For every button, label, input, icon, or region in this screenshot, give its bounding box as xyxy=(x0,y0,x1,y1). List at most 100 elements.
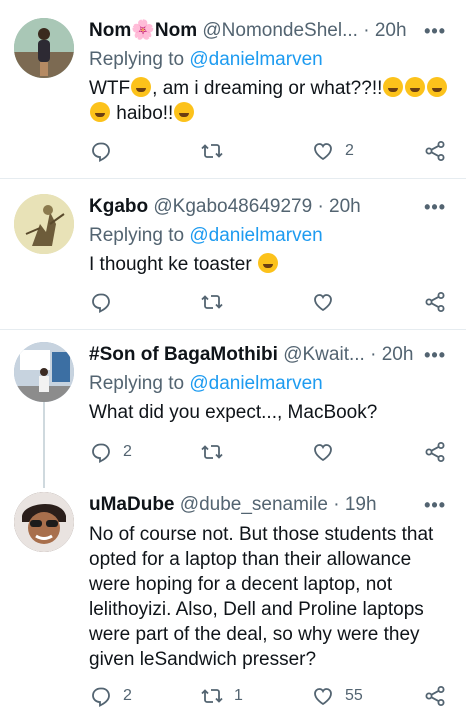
share-button[interactable] xyxy=(423,287,447,317)
timestamp[interactable]: 20h xyxy=(329,196,361,217)
like-count: 2 xyxy=(345,142,354,159)
like-button[interactable]: 55 xyxy=(311,681,363,711)
like-count: 55 xyxy=(345,687,363,704)
more-icon[interactable]: ••• xyxy=(424,194,446,220)
user-handle[interactable]: @NomondeShel... xyxy=(202,20,358,41)
exploding-head-emoji xyxy=(131,77,152,97)
share-button[interactable] xyxy=(423,437,447,467)
avatar-image xyxy=(14,492,74,552)
tweet-text-part: , am i dreaming or what??!! xyxy=(152,78,383,99)
tweet-text-part: WTF xyxy=(89,78,131,99)
tweet-actions: 2 1 55 xyxy=(89,681,449,711)
reply-button[interactable]: 2 xyxy=(89,437,132,467)
avatar-image xyxy=(14,194,74,254)
joy-emoji xyxy=(383,77,404,97)
reply-icon xyxy=(92,293,110,313)
retweet-button[interactable] xyxy=(200,136,224,166)
replying-to: Replying to @danielmarven xyxy=(89,372,452,396)
retweet-button[interactable]: 1 xyxy=(200,681,243,711)
separator-dot: · xyxy=(363,20,370,41)
tweet-header: Kgabo @Kgabo48649279 · 20h ••• xyxy=(89,194,452,220)
tweet-text-part: haibo!! xyxy=(116,103,174,124)
tweet-actions: 2 xyxy=(89,437,449,467)
like-button[interactable] xyxy=(311,287,335,317)
avatar[interactable] xyxy=(14,194,74,254)
tweet-text: What did you expect..., MacBook? xyxy=(89,402,378,423)
retweet-icon xyxy=(201,144,223,158)
rofl-emoji xyxy=(90,102,110,122)
display-name[interactable]: Nom🌸Nom xyxy=(89,20,197,41)
rofl-emoji xyxy=(427,77,448,97)
user-handle[interactable]: @Kgabo48649279 xyxy=(153,196,312,217)
like-icon xyxy=(314,294,332,312)
user-handle[interactable]: @Kwait... xyxy=(283,344,365,365)
avatar[interactable] xyxy=(14,342,74,402)
tweet[interactable]: #Son of BagaMothibi @Kwait... · 20h ••• … xyxy=(0,330,466,480)
tweet-text-body: I thought ke toaster xyxy=(89,254,252,275)
replying-to-label: Replying to xyxy=(89,225,190,246)
share-icon xyxy=(425,686,445,706)
reply-count: 2 xyxy=(123,443,132,460)
retweet-icon xyxy=(201,689,223,703)
tweet-text: No of course not. But those students tha… xyxy=(89,524,434,670)
retweet-button[interactable] xyxy=(200,437,224,467)
like-button[interactable] xyxy=(311,437,335,467)
user-handle[interactable]: @dube_senamile xyxy=(180,494,328,515)
timestamp[interactable]: 20h xyxy=(375,20,407,41)
retweet-icon xyxy=(201,445,223,459)
mention-link[interactable]: @danielmarven xyxy=(189,225,322,246)
reply-count: 2 xyxy=(123,687,132,704)
timestamp[interactable]: 19h xyxy=(345,494,377,515)
share-icon xyxy=(425,292,445,312)
replying-to-label: Replying to xyxy=(89,373,190,394)
tweet[interactable]: Kgabo @Kgabo48649279 · 20h ••• Replying … xyxy=(0,179,466,329)
retweet-icon xyxy=(201,295,223,309)
like-icon xyxy=(314,143,332,161)
tweet-header: #Son of BagaMothibi @Kwait... · 20h ••• xyxy=(89,342,452,368)
reply-button[interactable]: 2 xyxy=(89,681,132,711)
retweet-count: 1 xyxy=(234,687,243,704)
avatar[interactable] xyxy=(14,492,74,552)
like-icon xyxy=(314,688,332,706)
separator-dot: · xyxy=(317,196,324,217)
tweet[interactable]: uMaDube @dube_senamile · 19h ••• No of c… xyxy=(0,480,466,720)
timestamp[interactable]: 20h xyxy=(382,344,414,365)
reply-icon xyxy=(92,142,110,162)
tweet-actions: 2 xyxy=(89,136,449,166)
like-button[interactable]: 2 xyxy=(311,136,354,166)
mention-link[interactable]: @danielmarven xyxy=(189,373,322,394)
more-icon[interactable]: ••• xyxy=(424,342,446,368)
tweet-header: Nom🌸Nom @NomondeShel... · 20h ••• xyxy=(89,18,452,44)
separator-dot: · xyxy=(370,344,377,365)
display-name[interactable]: Kgabo xyxy=(89,196,148,217)
avatar[interactable] xyxy=(14,18,74,78)
sneezing-face-emoji xyxy=(257,253,278,273)
replying-to-label: Replying to xyxy=(89,49,190,70)
retweet-button[interactable] xyxy=(200,287,224,317)
more-icon[interactable]: ••• xyxy=(424,18,446,44)
like-icon xyxy=(314,444,332,462)
separator-dot: · xyxy=(333,494,340,515)
reply-button[interactable] xyxy=(89,136,113,166)
tweet-text: WTF , am i dreaming or what??!! haibo!! xyxy=(89,76,452,126)
display-name[interactable]: #Son of BagaMothibi xyxy=(89,344,278,365)
reply-button[interactable] xyxy=(89,287,113,317)
tweet-actions xyxy=(89,287,449,317)
replying-to: Replying to @danielmarven xyxy=(89,224,452,248)
share-button[interactable] xyxy=(423,136,447,166)
more-icon[interactable]: ••• xyxy=(424,492,446,518)
mention-link[interactable]: @danielmarven xyxy=(189,49,322,70)
joy-emoji xyxy=(405,77,426,97)
tweet-text: I thought ke toaster xyxy=(89,252,452,277)
tweet-header: uMaDube @dube_senamile · 19h ••• xyxy=(89,492,452,518)
reply-icon xyxy=(92,443,110,463)
tweet[interactable]: Nom🌸Nom @NomondeShel... · 20h ••• Replyi… xyxy=(0,0,466,178)
display-name[interactable]: uMaDube xyxy=(89,494,175,515)
reply-icon xyxy=(92,687,110,707)
share-button[interactable] xyxy=(423,681,447,711)
share-icon xyxy=(425,141,445,161)
sweat-smile-emoji xyxy=(174,102,195,122)
share-icon xyxy=(425,442,445,462)
replying-to: Replying to @danielmarven xyxy=(89,48,452,72)
avatar-image xyxy=(14,18,74,78)
